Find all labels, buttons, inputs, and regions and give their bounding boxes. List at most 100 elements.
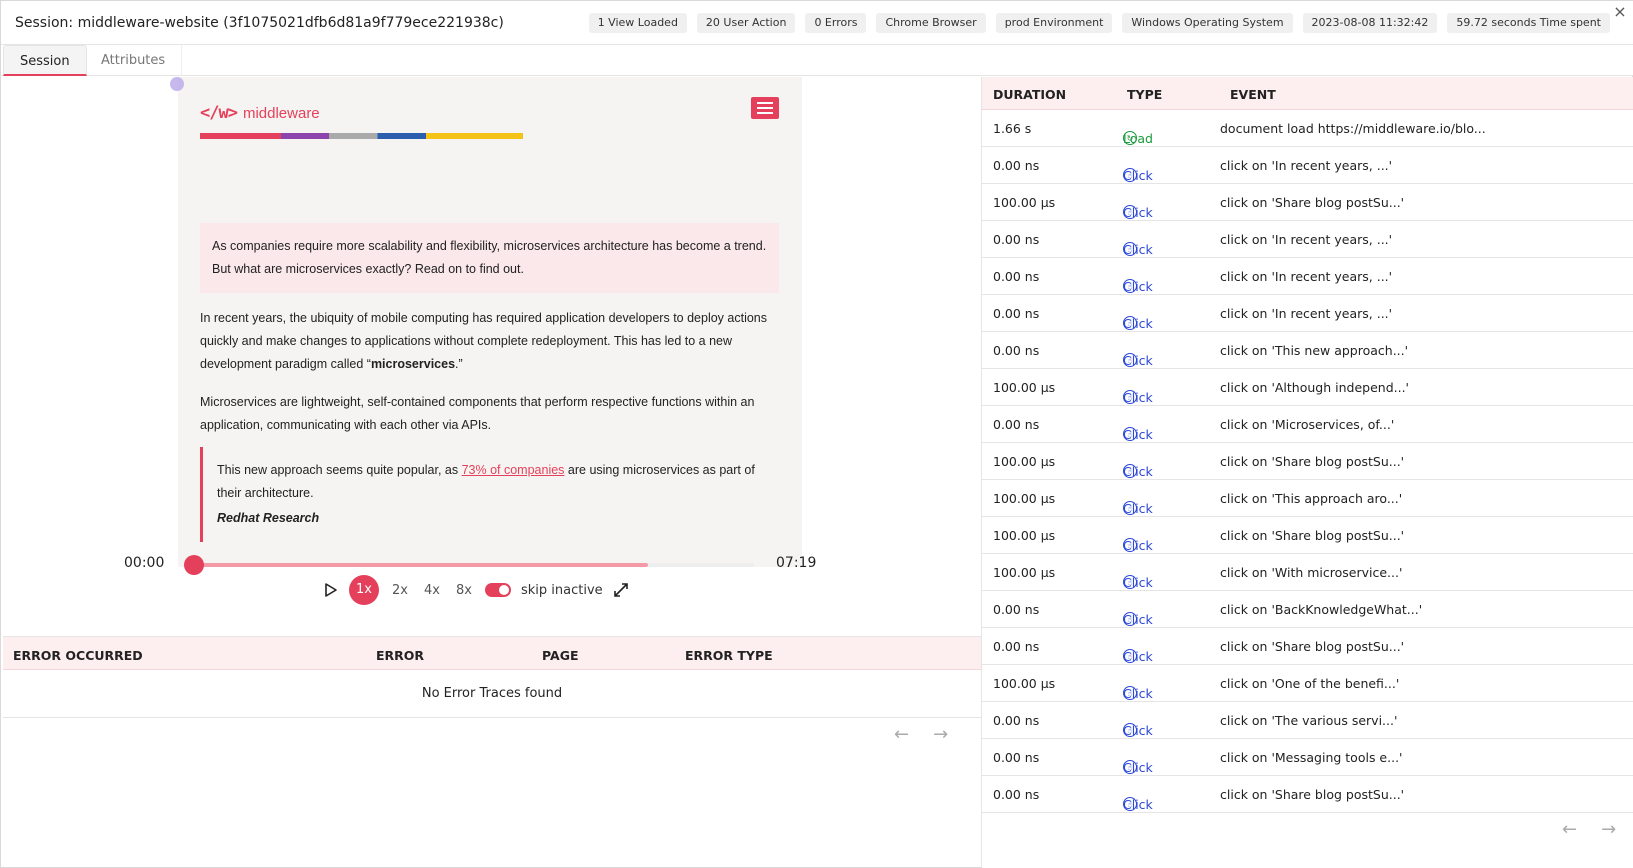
player-controls: 1x 2x 4x 8x skip inactive — [323, 575, 629, 605]
event-duration: 100.00 µs — [993, 676, 1056, 691]
col-error-type: ERROR TYPE — [685, 648, 773, 663]
event-row[interactable]: 100.00 µs ☝ Click click on 'One of the bene… — [982, 665, 1633, 702]
event-type-label: Click — [1123, 501, 1153, 516]
paragraph-1: In recent years, the ubiquity of mobile … — [200, 307, 780, 376]
paragraph-2: Microservices are lightweight, self-cont… — [200, 395, 755, 432]
tab-session[interactable]: Session — [3, 45, 87, 76]
col-event: EVENT — [1230, 87, 1276, 102]
time-start: 00:00 — [124, 555, 165, 571]
event-description: click on 'Share blog postSu...' — [1220, 195, 1405, 210]
event-row[interactable]: 0.00 ns ☝ Click click on 'Microservices, of… — [982, 406, 1633, 443]
event-description: click on 'Messaging tools e...' — [1220, 750, 1403, 765]
event-description: document load https://middleware.io/blo.… — [1220, 121, 1486, 136]
event-duration: 100.00 µs — [993, 454, 1056, 469]
session-title: Session: middleware-website (3f1075021df… — [15, 14, 504, 31]
event-row[interactable]: 0.00 ns ☝ Click click on 'BackKnowledgeWhat… — [982, 591, 1633, 628]
next-page-arrow-icon[interactable]: → — [933, 724, 948, 745]
error-traces-table: ERROR OCCURRED ERROR PAGE ERROR TYPE No … — [3, 636, 981, 718]
events-next-arrow-icon[interactable]: → — [1601, 819, 1616, 840]
event-type-label: Click — [1123, 464, 1153, 479]
hamburger-menu-icon — [751, 97, 779, 119]
events-rows: 1.66 s ↻ Load document load https://middlew… — [982, 110, 1633, 813]
col-error-occurred: ERROR OCCURRED — [13, 648, 143, 663]
col-duration: DURATION — [993, 87, 1067, 102]
event-row[interactable]: 1.66 s ↻ Load document load https://middlew… — [982, 110, 1633, 147]
event-duration: 0.00 ns — [993, 417, 1040, 432]
event-type-label: Click — [1123, 316, 1153, 331]
speed-8x-button[interactable]: 8x — [453, 583, 475, 598]
event-type-label: Click — [1123, 760, 1153, 775]
event-type-label: Click — [1123, 390, 1153, 405]
event-type-label: Click — [1123, 205, 1153, 220]
progress-track[interactable] — [196, 563, 754, 567]
event-description: click on 'Share blog postSu...' — [1220, 528, 1405, 543]
play-icon[interactable] — [323, 582, 339, 598]
prev-page-arrow-icon[interactable]: ← — [894, 724, 909, 745]
middleware-logo-icon: </w> — [200, 103, 238, 123]
paragraph-1-end: .” — [455, 357, 463, 371]
tab-bar: Session Attributes — [1, 45, 1633, 76]
chip-views: 1 View Loaded — [588, 13, 687, 33]
event-duration: 100.00 µs — [993, 380, 1056, 395]
session-modal: Session: middleware-website (3f1075021df… — [0, 0, 1633, 868]
event-description: click on 'In recent years, ...' — [1220, 269, 1393, 284]
close-icon[interactable]: × — [1612, 4, 1628, 21]
event-duration: 0.00 ns — [993, 343, 1040, 358]
player-timeline: 00:00 07:19 — [118, 555, 858, 575]
event-type-label: Click — [1123, 612, 1153, 627]
event-description: click on 'The various servi...' — [1220, 713, 1398, 728]
event-description: click on 'In recent years, ...' — [1220, 306, 1393, 321]
event-row[interactable]: 0.00 ns ☝ Click click on 'In recent years, … — [982, 221, 1633, 258]
fullscreen-icon[interactable] — [613, 582, 629, 598]
event-type-label: Click — [1123, 575, 1153, 590]
chip-time-spent: 59.72 seconds Time spent — [1447, 13, 1610, 33]
speed-1x-button[interactable]: 1x — [349, 575, 379, 605]
time-end: 07:19 — [776, 555, 817, 571]
event-row[interactable]: 0.00 ns ☝ Click click on 'In recent years, … — [982, 258, 1633, 295]
event-type-label: Load — [1123, 131, 1153, 146]
chip-timestamp: 2023-08-08 11:32:42 — [1302, 13, 1438, 33]
event-duration: 0.00 ns — [993, 639, 1040, 654]
event-duration: 0.00 ns — [993, 750, 1040, 765]
event-duration: 0.00 ns — [993, 602, 1040, 617]
event-row[interactable]: 100.00 µs ☝ Click click on 'Share blog post… — [982, 184, 1633, 221]
event-row[interactable]: 0.00 ns ☝ Click click on 'This new approach… — [982, 332, 1633, 369]
event-type-label: Click — [1123, 168, 1153, 183]
scrub-handle[interactable] — [184, 555, 204, 575]
event-duration: 1.66 s — [993, 121, 1032, 136]
event-row[interactable]: 0.00 ns ☝ Click click on 'Share blog postSu… — [982, 776, 1633, 813]
event-row[interactable]: 100.00 µs ☝ Click click on 'Although indepe… — [982, 369, 1633, 406]
chip-browser: Chrome Browser — [876, 13, 986, 33]
quote-citation: Redhat Research — [217, 511, 320, 525]
event-row[interactable]: 100.00 µs ☝ Click click on 'With microservi… — [982, 554, 1633, 591]
event-row[interactable]: 100.00 µs ☝ Click click on 'Share blog post… — [982, 517, 1633, 554]
event-row[interactable]: 0.00 ns ☝ Click click on 'In recent years, … — [982, 295, 1633, 332]
error-table-header: ERROR OCCURRED ERROR PAGE ERROR TYPE — [3, 636, 981, 670]
event-type-label: Click — [1123, 649, 1153, 664]
event-row[interactable]: 100.00 µs ☝ Click click on 'Share blog post… — [982, 443, 1633, 480]
logo-text: middleware — [242, 104, 320, 122]
chip-errors: 0 Errors — [805, 13, 867, 33]
event-type-label: Click — [1123, 427, 1153, 442]
error-empty-message: No Error Traces found — [421, 686, 563, 701]
event-type-label: Click — [1123, 279, 1153, 294]
events-panel: DURATION TYPE EVENT 1.66 s ↻ Load document … — [981, 77, 1633, 868]
speed-2x-button[interactable]: 2x — [389, 583, 411, 598]
events-pagination: ← → — [1562, 819, 1616, 840]
event-description: click on 'This approach aro...' — [1220, 491, 1403, 506]
tab-attributes[interactable]: Attributes — [85, 45, 183, 76]
blockquote: This new approach seems quite popular, a… — [200, 447, 779, 542]
event-duration: 0.00 ns — [993, 269, 1040, 284]
event-row[interactable]: 0.00 ns ☝ Click click on 'Messaging tools e… — [982, 739, 1633, 776]
speed-4x-button[interactable]: 4x — [421, 583, 443, 598]
event-description: click on 'Although independ...' — [1220, 380, 1409, 395]
event-row[interactable]: 0.00 ns ☝ Click click on 'The various servi… — [982, 702, 1633, 739]
event-row[interactable]: 0.00 ns ☝ Click click on 'Share blog postSu… — [982, 628, 1633, 665]
col-error: ERROR — [376, 648, 425, 663]
event-row[interactable]: 0.00 ns ☝ Click click on 'In recent years, … — [982, 147, 1633, 184]
session-replay: </w> middleware As companies require mor… — [3, 77, 981, 633]
event-duration: 0.00 ns — [993, 232, 1040, 247]
events-prev-arrow-icon[interactable]: ← — [1562, 819, 1577, 840]
skip-inactive-toggle[interactable] — [485, 583, 511, 597]
event-row[interactable]: 100.00 µs ☝ Click click on 'This approach a… — [982, 480, 1633, 517]
